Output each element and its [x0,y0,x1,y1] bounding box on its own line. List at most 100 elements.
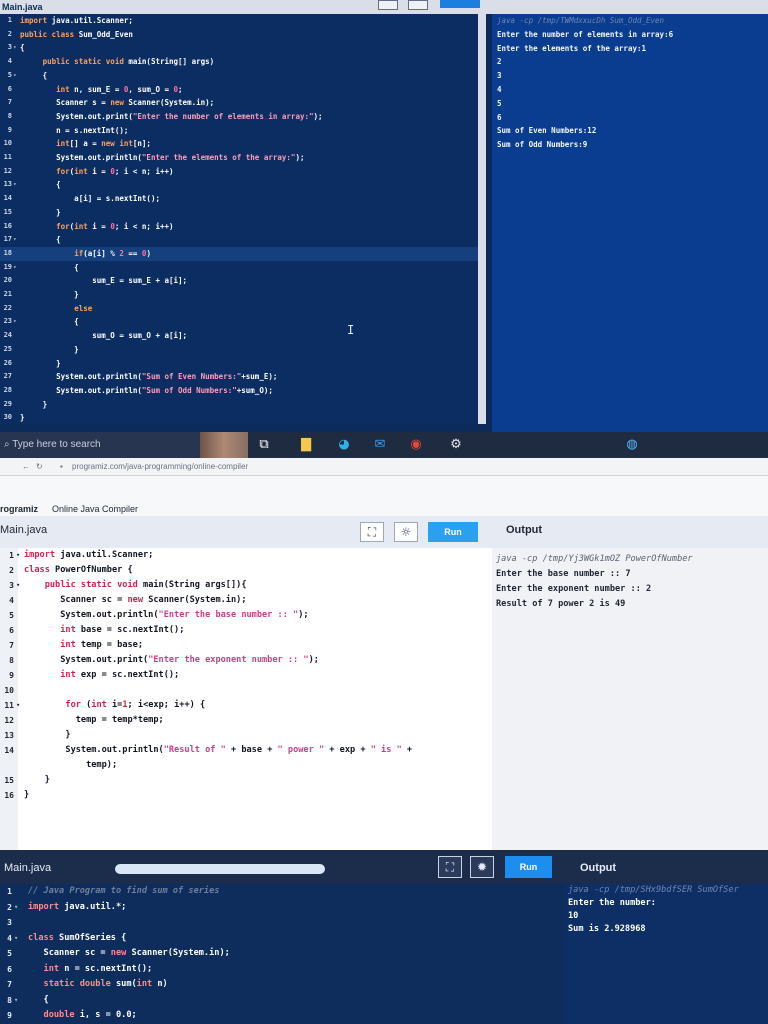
code-line[interactable]: 12 for(int i = 0; i < n; i++) [0,165,478,179]
code-line[interactable]: 2 class PowerOfNumber { [0,563,492,578]
settings-icon[interactable]: ⚙ [448,437,464,453]
weather-icon[interactable]: ◍ [624,437,640,453]
run-button[interactable]: Run [428,522,478,542]
code-line[interactable]: 17 ▾ { [0,233,478,247]
url-text[interactable]: programiz.com/java-programming/online-co… [72,458,248,476]
code-text: class PowerOfNumber { [24,563,133,578]
code-line[interactable]: 30} [0,411,478,424]
fold-toggle-icon[interactable]: ▾ [16,698,20,713]
code-line[interactable]: 9 double i, s = 0.0; [0,1008,564,1024]
fold-toggle-icon[interactable]: ▾ [13,178,17,192]
programiz-logo[interactable]: rogramiz [0,504,38,514]
code-line[interactable]: 7 Scanner s = new Scanner(System.in); [0,96,478,110]
code-line[interactable]: 8 ▾ { [0,993,564,1009]
code-line[interactable]: 3 ▾{ [0,41,478,55]
fold-toggle-icon[interactable]: ▾ [13,233,17,247]
run-button[interactable] [440,0,480,8]
code-line[interactable]: 12 temp = temp*temp; [0,713,492,728]
file-explorer-icon[interactable]: ▇ [298,437,314,453]
editor-scrollbar[interactable] [478,14,486,424]
theme-toggle-icon[interactable]: ☼ [394,522,418,542]
code-line[interactable]: 21 } [0,288,478,302]
code-line[interactable]: 10 int[] a = new int[n]; [0,137,478,151]
code-line[interactable]: 28 System.out.println("Sum of Odd Number… [0,384,478,398]
mail-icon[interactable]: ✉ [372,437,388,453]
reload-icon[interactable]: ↻ [36,458,43,476]
code-line[interactable]: 22 else [0,302,478,316]
fold-toggle-icon[interactable]: ▾ [13,69,17,83]
code-line[interactable]: 15 } [0,773,492,788]
chrome-icon[interactable]: ◉ [408,437,424,453]
code-line[interactable]: 9 int exp = sc.nextInt(); [0,668,492,683]
fold-toggle-icon[interactable]: ▾ [13,41,17,55]
file-tab-main-java[interactable]: Main.java [4,862,51,874]
code-line[interactable]: 3 [0,915,564,931]
code-editor[interactable]: 1// Java Program to find sum of series 2 ▾… [0,884,564,1024]
taskbar-search-input[interactable]: ⌕ Type here to search [0,432,200,458]
file-tab-main-java[interactable]: Main.java [2,0,43,14]
code-line[interactable]: 14 System.out.println("Result of " + bas… [0,743,492,758]
browser-address-bar[interactable]: ← ↻ ▪ programiz.com/java-programming/onl… [0,458,768,476]
code-line[interactable]: 6 int n = sc.nextInt(); [0,962,564,978]
code-line[interactable]: 25 } [0,343,478,357]
code-line[interactable]: 5 System.out.println("Enter the base num… [0,608,492,623]
fullscreen-icon[interactable]: ⛶ [438,856,462,878]
code-line[interactable]: 1 // Java Program to find sum of series [0,884,564,900]
fold-toggle-icon[interactable]: ▾ [13,261,17,275]
code-line[interactable]: 7 static double sum(int n) [0,977,564,993]
fold-toggle-icon[interactable]: ▾ [14,900,18,916]
code-line[interactable]: 16} [0,788,492,803]
code-line[interactable]: 3 ▾ public static void main(String args[]… [0,578,492,593]
code-line[interactable]: 19 ▾ { [0,261,478,275]
code-line[interactable]: 29 } [0,398,478,412]
theme-toggle-button[interactable] [408,0,428,10]
code-line[interactable]: 1 ▾ import java.util.Scanner; [0,548,492,563]
code-line[interactable]: 6 int base = sc.nextInt(); [0,623,492,638]
code-line[interactable]: 8 System.out.print("Enter the number of … [0,110,478,124]
code-line[interactable]: 1 import java.util.Scanner; [0,14,478,28]
code-line[interactable]: 2 public class Sum_Odd_Even [0,28,478,42]
code-line[interactable]: 8 System.out.print("Enter the exponent n… [0,653,492,668]
back-icon[interactable]: ← [22,458,30,476]
code-line[interactable]: 27 System.out.println("Sum of Even Numbe… [0,370,478,384]
code-editor[interactable]: 1 ▾ import java.util.Scanner; 2 class PowerO… [0,548,492,850]
code-line[interactable]: 13 } [0,728,492,743]
code-line[interactable]: temp); [0,758,492,773]
code-line[interactable]: 20 sum_E = sum_E + a[i]; [0,274,478,288]
code-line[interactable]: 7 int temp = base; [0,638,492,653]
code-token: Sum_Odd_Even [74,29,133,39]
fullscreen-button[interactable] [378,0,398,10]
code-line[interactable]: 11 System.out.println("Enter the element… [0,151,478,165]
fold-toggle-icon[interactable]: ▾ [16,578,20,593]
code-line[interactable]: 16 for(int i = 0; i < n; i++) [0,220,478,234]
run-button[interactable]: Run [505,856,552,878]
code-line[interactable]: 6 int n, sum_E = 0, sum_O = 0; [0,83,478,97]
fold-toggle-icon[interactable]: ▾ [13,315,17,329]
code-line[interactable]: 23 ▾ { [0,315,478,329]
code-line[interactable]: 5 Scanner sc = new Scanner(System.in); [0,946,564,962]
code-line[interactable]: 26 } [0,357,478,371]
code-line[interactable]: 15 } [0,206,478,220]
code-editor[interactable]: 1 import java.util.Scanner; 2 public class … [0,14,478,424]
fold-toggle-icon[interactable]: ▾ [14,993,18,1009]
code-line[interactable]: 2 ▾ import java.util.*; [0,900,564,916]
file-tab-main-java[interactable]: Main.java [0,524,47,536]
code-token: ( [80,700,92,710]
code-line[interactable]: 10 [0,683,492,698]
code-line[interactable]: 24 sum_O = sum_O + a[i]; [0,329,478,343]
code-line[interactable]: 13 ▾ { [0,178,478,192]
code-line[interactable]: 5 ▾ { [0,69,478,83]
fold-toggle-icon[interactable]: ▾ [14,931,18,947]
code-line[interactable]: 14 a[i] = s.nextInt(); [0,192,478,206]
code-line[interactable]: 11 ▾ for (int i=1; i<exp; i++) { [0,698,492,713]
edge-icon[interactable]: ◕ [336,437,352,453]
code-line[interactable]: 4 Scanner sc = new Scanner(System.in); [0,593,492,608]
code-line[interactable]: 18 if(a[i] % 2 == 0) [0,246,478,261]
code-line[interactable]: 9 n = s.nextInt(); [0,124,478,138]
code-line[interactable]: 4 public static void main(String[] args) [0,55,478,69]
fold-toggle-icon[interactable]: ▾ [16,548,20,563]
task-view-icon[interactable]: ⧉ [256,437,272,453]
theme-toggle-icon[interactable]: ✹ [470,856,494,878]
fullscreen-icon[interactable]: ⛶ [360,522,384,542]
code-line[interactable]: 4 ▾ class SumOfSeries { [0,931,564,947]
